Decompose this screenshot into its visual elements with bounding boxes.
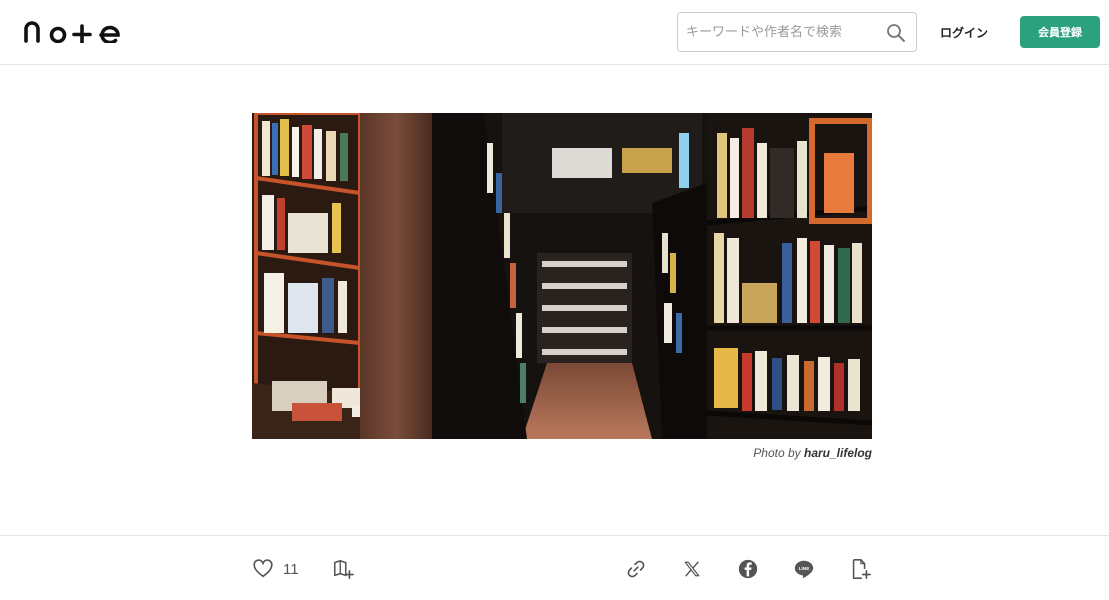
- share-x-button[interactable]: [679, 556, 705, 582]
- search-input[interactable]: [686, 21, 878, 43]
- note-logo[interactable]: note: [24, 21, 124, 43]
- heart-icon[interactable]: [252, 558, 274, 580]
- share-line-button[interactable]: LINE: [791, 556, 817, 582]
- like-button[interactable]: [250, 556, 276, 582]
- add-note-button[interactable]: [847, 556, 873, 582]
- link-icon[interactable]: [625, 558, 647, 580]
- photo-credit-prefix: Photo by: [753, 446, 801, 460]
- like-count: 11: [283, 561, 299, 578]
- facebook-icon[interactable]: [737, 558, 759, 580]
- share-facebook-button[interactable]: [735, 556, 761, 582]
- login-link[interactable]: ログイン: [940, 24, 988, 41]
- add-to-magazine-button[interactable]: [330, 556, 356, 582]
- line-icon[interactable]: LINE: [793, 558, 815, 580]
- x-icon[interactable]: [683, 560, 701, 578]
- add-to-magazine-icon[interactable]: [332, 558, 354, 580]
- signup-button[interactable]: 会員登録: [1020, 16, 1100, 48]
- action-bar: 11 LINE: [0, 535, 1109, 600]
- photo-credit: Photo by haru_lifelog: [252, 446, 872, 460]
- bookstore-photo: [252, 113, 872, 439]
- add-note-icon[interactable]: [849, 558, 871, 580]
- copy-link-button[interactable]: [623, 556, 649, 582]
- svg-text:LINE: LINE: [799, 566, 810, 572]
- search-box[interactable]: [677, 12, 917, 52]
- search-icon[interactable]: [886, 23, 906, 43]
- site-header: note ログイン 会員登録: [0, 0, 1109, 65]
- article-hero-image: [252, 113, 872, 439]
- photo-credit-author[interactable]: haru_lifelog: [804, 446, 872, 460]
